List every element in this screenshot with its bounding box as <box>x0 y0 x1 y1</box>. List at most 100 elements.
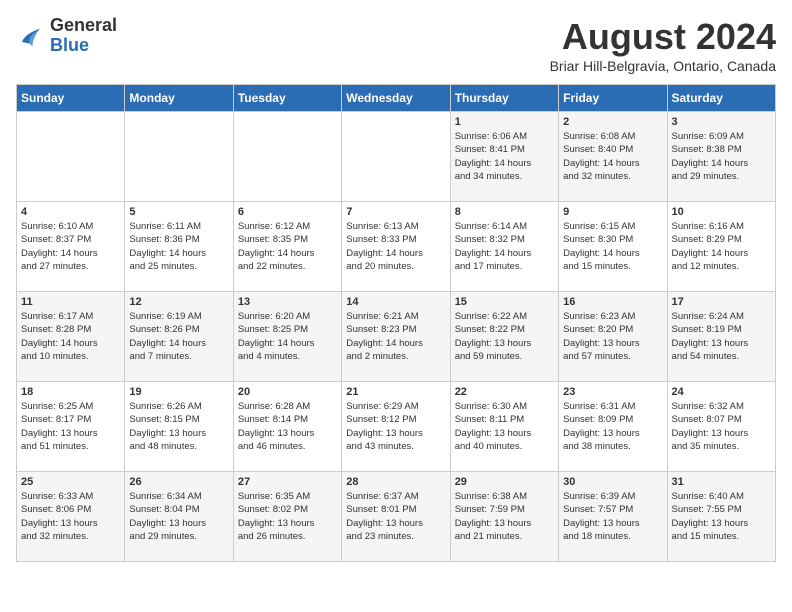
day-info: Sunrise: 6:09 AM Sunset: 8:38 PM Dayligh… <box>672 130 771 183</box>
day-number: 26 <box>129 476 228 488</box>
day-number: 4 <box>21 206 120 218</box>
day-info: Sunrise: 6:33 AM Sunset: 8:06 PM Dayligh… <box>21 490 120 543</box>
calendar-table: SundayMondayTuesdayWednesdayThursdayFrid… <box>16 84 776 562</box>
title-block: August 2024 Briar Hill-Belgravia, Ontari… <box>550 16 776 74</box>
calendar-cell: 27 Sunrise: 6:35 AM Sunset: 8:02 PM Dayli… <box>233 472 341 562</box>
calendar-cell: 25 Sunrise: 6:33 AM Sunset: 8:06 PM Dayli… <box>17 472 125 562</box>
calendar-cell: 3 Sunrise: 6:09 AM Sunset: 8:38 PM Daylig… <box>667 112 775 202</box>
calendar-cell: 24 Sunrise: 6:32 AM Sunset: 8:07 PM Dayli… <box>667 382 775 472</box>
day-info: Sunrise: 6:21 AM Sunset: 8:23 PM Dayligh… <box>346 310 445 363</box>
day-info: Sunrise: 6:26 AM Sunset: 8:15 PM Dayligh… <box>129 400 228 453</box>
day-info: Sunrise: 6:11 AM Sunset: 8:36 PM Dayligh… <box>129 220 228 273</box>
day-info: Sunrise: 6:39 AM Sunset: 7:57 PM Dayligh… <box>563 490 662 543</box>
day-info: Sunrise: 6:29 AM Sunset: 8:12 PM Dayligh… <box>346 400 445 453</box>
weekday-header-friday: Friday <box>559 85 667 112</box>
page-header: General Blue August 2024 Briar Hill-Belg… <box>16 16 776 74</box>
day-number: 11 <box>21 296 120 308</box>
day-number: 9 <box>563 206 662 218</box>
calendar-cell: 5 Sunrise: 6:11 AM Sunset: 8:36 PM Daylig… <box>125 202 233 292</box>
day-number: 12 <box>129 296 228 308</box>
calendar-cell: 15 Sunrise: 6:22 AM Sunset: 8:22 PM Dayli… <box>450 292 558 382</box>
day-number: 24 <box>672 386 771 398</box>
day-number: 1 <box>455 116 554 128</box>
day-number: 5 <box>129 206 228 218</box>
day-info: Sunrise: 6:08 AM Sunset: 8:40 PM Dayligh… <box>563 130 662 183</box>
calendar-cell: 31 Sunrise: 6:40 AM Sunset: 7:55 PM Dayli… <box>667 472 775 562</box>
calendar-cell: 11Sunrise: 6:17 AM Sunset: 8:28 PM Dayli… <box>17 292 125 382</box>
day-number: 27 <box>238 476 337 488</box>
logo-text: General Blue <box>50 16 117 56</box>
day-number: 21 <box>346 386 445 398</box>
day-number: 25 <box>21 476 120 488</box>
day-number: 16 <box>563 296 662 308</box>
calendar-cell: 1 Sunrise: 6:06 AM Sunset: 8:41 PM Daylig… <box>450 112 558 202</box>
calendar-cell: 7 Sunrise: 6:13 AM Sunset: 8:33 PM Daylig… <box>342 202 450 292</box>
location-subtitle: Briar Hill-Belgravia, Ontario, Canada <box>550 58 776 74</box>
calendar-cell: 9 Sunrise: 6:15 AM Sunset: 8:30 PM Daylig… <box>559 202 667 292</box>
day-info: Sunrise: 6:12 AM Sunset: 8:35 PM Dayligh… <box>238 220 337 273</box>
day-info: Sunrise: 6:38 AM Sunset: 7:59 PM Dayligh… <box>455 490 554 543</box>
calendar-cell: 28Sunrise: 6:37 AM Sunset: 8:01 PM Dayli… <box>342 472 450 562</box>
day-number: 8 <box>455 206 554 218</box>
day-info: Sunrise: 6:25 AM Sunset: 8:17 PM Dayligh… <box>21 400 120 453</box>
weekday-header-tuesday: Tuesday <box>233 85 341 112</box>
day-info: Sunrise: 6:32 AM Sunset: 8:07 PM Dayligh… <box>672 400 771 453</box>
calendar-cell <box>125 112 233 202</box>
calendar-week-3: 11Sunrise: 6:17 AM Sunset: 8:28 PM Dayli… <box>17 292 776 382</box>
calendar-cell: 22 Sunrise: 6:30 AM Sunset: 8:11 PM Dayli… <box>450 382 558 472</box>
calendar-week-1: 1 Sunrise: 6:06 AM Sunset: 8:41 PM Daylig… <box>17 112 776 202</box>
day-number: 20 <box>238 386 337 398</box>
day-number: 17 <box>672 296 771 308</box>
day-number: 3 <box>672 116 771 128</box>
weekday-header-wednesday: Wednesday <box>342 85 450 112</box>
day-info: Sunrise: 6:15 AM Sunset: 8:30 PM Dayligh… <box>563 220 662 273</box>
calendar-cell: 13 Sunrise: 6:20 AM Sunset: 8:25 PM Dayli… <box>233 292 341 382</box>
calendar-cell: 12 Sunrise: 6:19 AM Sunset: 8:26 PM Dayli… <box>125 292 233 382</box>
day-number: 22 <box>455 386 554 398</box>
day-number: 7 <box>346 206 445 218</box>
calendar-cell: 10 Sunrise: 6:16 AM Sunset: 8:29 PM Dayli… <box>667 202 775 292</box>
calendar-cell: 14Sunrise: 6:21 AM Sunset: 8:23 PM Dayli… <box>342 292 450 382</box>
calendar-week-2: 4 Sunrise: 6:10 AM Sunset: 8:37 PM Daylig… <box>17 202 776 292</box>
day-info: Sunrise: 6:23 AM Sunset: 8:20 PM Dayligh… <box>563 310 662 363</box>
calendar-cell: 18 Sunrise: 6:25 AM Sunset: 8:17 PM Dayli… <box>17 382 125 472</box>
day-info: Sunrise: 6:37 AM Sunset: 8:01 PM Dayligh… <box>346 490 445 543</box>
day-info: Sunrise: 6:13 AM Sunset: 8:33 PM Dayligh… <box>346 220 445 273</box>
weekday-header-row: SundayMondayTuesdayWednesdayThursdayFrid… <box>17 85 776 112</box>
calendar-cell: 16 Sunrise: 6:23 AM Sunset: 8:20 PM Dayli… <box>559 292 667 382</box>
day-info: Sunrise: 6:20 AM Sunset: 8:25 PM Dayligh… <box>238 310 337 363</box>
day-number: 31 <box>672 476 771 488</box>
logo: General Blue <box>16 16 117 56</box>
calendar-cell: 17Sunrise: 6:24 AM Sunset: 8:19 PM Dayli… <box>667 292 775 382</box>
calendar-week-4: 18 Sunrise: 6:25 AM Sunset: 8:17 PM Dayli… <box>17 382 776 472</box>
day-info: Sunrise: 6:31 AM Sunset: 8:09 PM Dayligh… <box>563 400 662 453</box>
calendar-cell: 8 Sunrise: 6:14 AM Sunset: 8:32 PM Daylig… <box>450 202 558 292</box>
calendar-cell: 30Sunrise: 6:39 AM Sunset: 7:57 PM Dayli… <box>559 472 667 562</box>
calendar-cell: 29 Sunrise: 6:38 AM Sunset: 7:59 PM Dayli… <box>450 472 558 562</box>
day-number: 10 <box>672 206 771 218</box>
day-info: Sunrise: 6:06 AM Sunset: 8:41 PM Dayligh… <box>455 130 554 183</box>
day-number: 29 <box>455 476 554 488</box>
day-number: 18 <box>21 386 120 398</box>
day-info: Sunrise: 6:10 AM Sunset: 8:37 PM Dayligh… <box>21 220 120 273</box>
day-number: 15 <box>455 296 554 308</box>
day-info: Sunrise: 6:28 AM Sunset: 8:14 PM Dayligh… <box>238 400 337 453</box>
weekday-header-sunday: Sunday <box>17 85 125 112</box>
logo-bird-icon <box>16 21 46 51</box>
calendar-week-5: 25 Sunrise: 6:33 AM Sunset: 8:06 PM Dayli… <box>17 472 776 562</box>
day-info: Sunrise: 6:35 AM Sunset: 8:02 PM Dayligh… <box>238 490 337 543</box>
day-info: Sunrise: 6:19 AM Sunset: 8:26 PM Dayligh… <box>129 310 228 363</box>
weekday-header-saturday: Saturday <box>667 85 775 112</box>
calendar-cell: 4 Sunrise: 6:10 AM Sunset: 8:37 PM Daylig… <box>17 202 125 292</box>
weekday-header-monday: Monday <box>125 85 233 112</box>
calendar-cell: 19Sunrise: 6:26 AM Sunset: 8:15 PM Dayli… <box>125 382 233 472</box>
day-info: Sunrise: 6:40 AM Sunset: 7:55 PM Dayligh… <box>672 490 771 543</box>
calendar-cell: 23Sunrise: 6:31 AM Sunset: 8:09 PM Dayli… <box>559 382 667 472</box>
day-info: Sunrise: 6:16 AM Sunset: 8:29 PM Dayligh… <box>672 220 771 273</box>
day-info: Sunrise: 6:34 AM Sunset: 8:04 PM Dayligh… <box>129 490 228 543</box>
day-number: 13 <box>238 296 337 308</box>
day-info: Sunrise: 6:14 AM Sunset: 8:32 PM Dayligh… <box>455 220 554 273</box>
day-info: Sunrise: 6:22 AM Sunset: 8:22 PM Dayligh… <box>455 310 554 363</box>
day-info: Sunrise: 6:30 AM Sunset: 8:11 PM Dayligh… <box>455 400 554 453</box>
calendar-cell <box>342 112 450 202</box>
